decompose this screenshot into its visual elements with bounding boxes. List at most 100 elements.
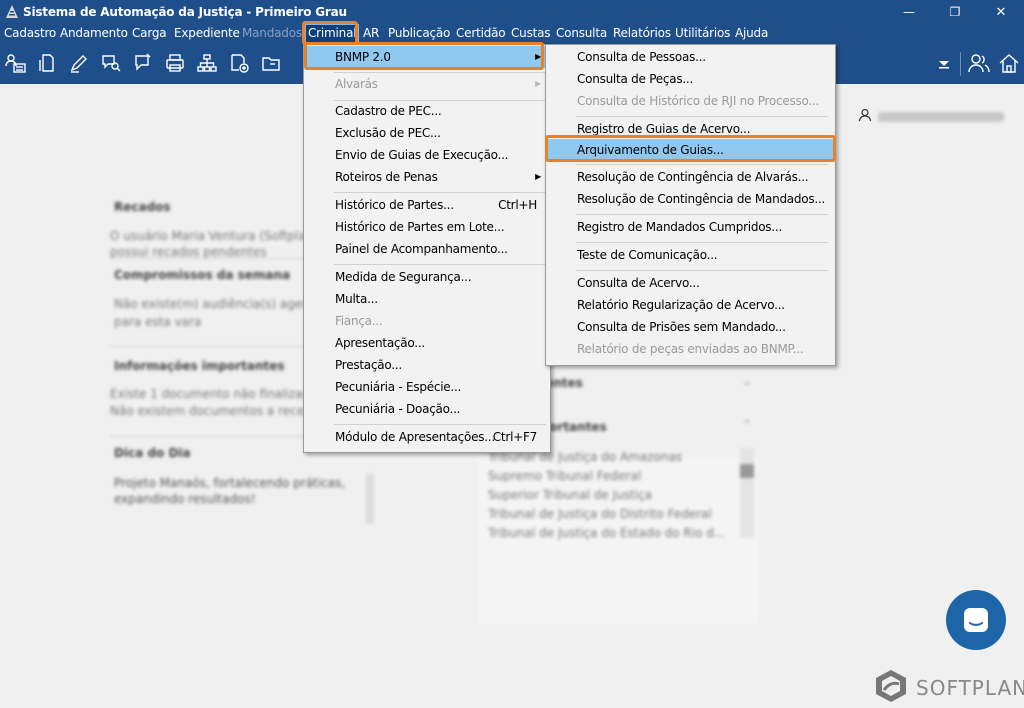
divider (110, 258, 310, 259)
close-icon: ✕ (995, 4, 1007, 20)
callout-arquivamento (545, 135, 836, 162)
menu-bar: Cadastro Andamento Carga Expediente Mand… (0, 24, 1024, 44)
chat-button[interactable] (946, 590, 1006, 650)
menu-cadastro[interactable]: Cadastro (4, 26, 56, 40)
printer-button[interactable] (162, 50, 188, 76)
dica-text-1: Projeto Manaós, fortalecendo práticas, (114, 476, 346, 490)
site-link[interactable]: Supremo Tribunal Federal (488, 469, 641, 483)
recados-title: Recados (114, 200, 171, 214)
dropdown-button[interactable] (931, 50, 957, 76)
speech-icon (135, 53, 151, 71)
collapse-icon[interactable]: ⌄ (742, 374, 752, 388)
menu-item-exclusao-pec[interactable]: Exclusão de PEC... (305, 122, 549, 144)
menu-item-historico-partes[interactable]: Histórico de Partes... Ctrl+H (305, 194, 549, 216)
menu-item-consulta-pessoas[interactable]: Consulta de Pessoas... (547, 46, 834, 68)
home-button[interactable] (996, 50, 1022, 76)
criminal-menu: BNMP 2.0 ▶ Alvarás ▶ Cadastro de PEC... Ex… (303, 44, 551, 453)
menu-item-registro-mandados-cumpridos[interactable]: Registro de Mandados Cumpridos... (547, 216, 834, 238)
app-logo-icon (6, 5, 18, 18)
menu-item-apresentacao[interactable]: Apresentação... (305, 332, 549, 354)
user-list-button[interactable] (3, 50, 29, 76)
sites-scrollbar[interactable] (740, 448, 754, 538)
compromissos-text-1: Não existe(m) audiência(s) agen (114, 297, 310, 311)
menu-item-relatorio-pecas-bnmp[interactable]: Relatório de peças enviadas ao BNMP... (547, 338, 834, 360)
menu-item-painel-acompanhamento[interactable]: Painel de Acompanhamento... (305, 238, 549, 260)
user-icon (858, 108, 872, 122)
menu-separator (334, 424, 546, 425)
site-link[interactable]: Tribunal de Justiça do Distrito Federal (488, 507, 712, 521)
brand-name: SOFTPLAN (916, 676, 1024, 700)
menu-item-historico-lote[interactable]: Histórico de Partes em Lote... (305, 216, 549, 238)
title-bar: Sistema de Automação da Justiça - Primei… (0, 0, 1024, 24)
menu-item-prestacao[interactable]: Prestação... (305, 354, 549, 376)
menu-item-envio-guias[interactable]: Envio de Guias de Execução... (305, 144, 549, 166)
divider (110, 436, 310, 437)
menu-item-historico-rji[interactable]: Consulta de Histórico de RJI no Processo… (547, 90, 834, 112)
add-page-button[interactable] (226, 50, 252, 76)
informacoes-text-1: Existe 1 documento não finalizad (110, 387, 310, 401)
shortcut-label: Ctrl+H (498, 198, 537, 212)
menu-item-contingencia-mandados[interactable]: Resolução de Contingência de Mandados... (547, 188, 834, 210)
menu-item-alvaras[interactable]: Alvarás ▶ (305, 73, 549, 95)
minimize-button[interactable]: — (886, 0, 932, 24)
menu-item-fianca[interactable]: Fiança... (305, 310, 549, 332)
menu-item-cadastro-pec[interactable]: Cadastro de PEC... (305, 100, 549, 122)
menu-item-pecuniaria-especie[interactable]: Pecuniária - Espécie... (305, 376, 549, 398)
menu-consulta[interactable]: Consulta (556, 26, 607, 40)
menu-separator (576, 270, 828, 271)
menu-utilitarios[interactable]: Utilitários (675, 26, 730, 40)
menu-item-consulta-pecas[interactable]: Consulta de Peças... (547, 68, 834, 90)
menu-ajuda[interactable]: Ajuda (735, 26, 768, 40)
informacoes-title: Informações importantes (114, 359, 285, 373)
menu-separator (576, 164, 828, 165)
search-chat-button[interactable] (98, 50, 124, 76)
recados-text-2: possui recados pendentes (110, 245, 267, 259)
menu-certidao[interactable]: Certidão (456, 26, 506, 40)
submenu-arrow-icon: ▶ (535, 79, 541, 88)
restore-button[interactable]: ❐ (932, 0, 978, 24)
search-chat-icon (102, 55, 121, 72)
user-list-icon (5, 54, 26, 73)
menu-item-medida-seguranca[interactable]: Medida de Segurança... (305, 266, 549, 288)
folder-icon (262, 57, 280, 71)
hierarchy-button[interactable] (194, 50, 220, 76)
menu-item-pecuniaria-doacao[interactable]: Pecuniária - Doação... (305, 398, 549, 420)
users-icon (968, 54, 990, 73)
hierarchy-icon (197, 54, 217, 72)
site-link[interactable]: Tribunal de Justiça do Estado do Rio d..… (488, 526, 725, 540)
menu-separator (576, 214, 828, 215)
dropdown-icon (939, 61, 949, 69)
shortcut-label: Ctrl+F7 (492, 430, 537, 444)
menu-mandados[interactable]: Mandados (242, 26, 302, 40)
menu-item-multa[interactable]: Multa... (305, 288, 549, 310)
menu-andamento[interactable]: Andamento (60, 26, 128, 40)
menu-expediente[interactable]: Expediente (174, 26, 240, 40)
close-button[interactable]: ✕ (978, 0, 1024, 24)
users-button[interactable] (966, 50, 992, 76)
menu-separator (334, 192, 546, 193)
dica-text-2: expandindo resultados! (114, 492, 256, 506)
menu-item-consulta-prisoes[interactable]: Consulta de Prisões sem Mandado... (547, 316, 834, 338)
edit-button[interactable] (66, 50, 92, 76)
folder-button[interactable] (258, 50, 284, 76)
scrollbar[interactable] (366, 474, 374, 524)
menu-carga[interactable]: Carga (132, 26, 167, 40)
menu-item-teste-comunicacao[interactable]: Teste de Comunicação... (547, 244, 834, 266)
menu-separator (576, 242, 828, 243)
menu-item-roteiros-penas[interactable]: Roteiros de Penas ▶ (305, 166, 549, 188)
menu-publicacao[interactable]: Publicação (388, 26, 450, 40)
menu-item-contingencia-alvaras[interactable]: Resolução de Contingência de Alvarás... (547, 166, 834, 188)
toolbar-divider (960, 52, 961, 76)
menu-item-consulta-acervo[interactable]: Consulta de Acervo... (547, 272, 834, 294)
site-link[interactable]: Superior Tribunal de Justiça (488, 488, 652, 502)
menu-ar[interactable]: AR (363, 26, 379, 40)
menu-item-modulo-apresentacoes[interactable]: Módulo de Apresentações... Ctrl+F7 (305, 426, 549, 448)
menu-separator (334, 264, 546, 265)
menu-separator (576, 116, 828, 117)
document-button[interactable] (34, 50, 60, 76)
speech-button[interactable] (130, 50, 156, 76)
menu-relatorios[interactable]: Relatórios (613, 26, 671, 40)
menu-item-relatorio-regularizacao[interactable]: Relatório Regularização de Acervo... (547, 294, 834, 316)
menu-custas[interactable]: Custas (511, 26, 551, 40)
expand-icon[interactable]: ⌃ (742, 418, 752, 432)
